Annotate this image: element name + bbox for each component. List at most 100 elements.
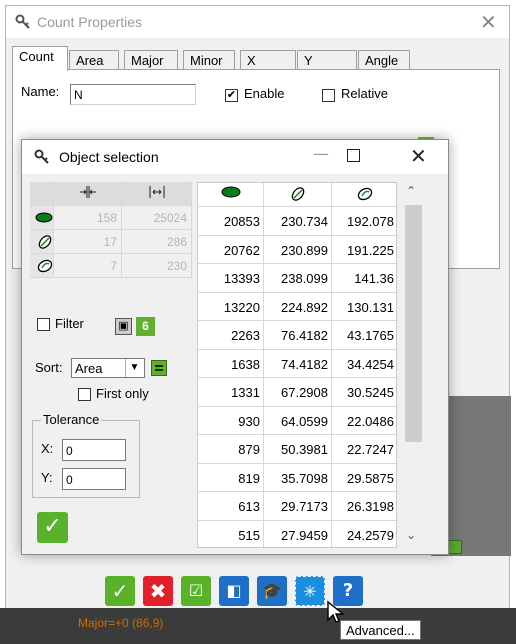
mini-green-button[interactable] [448,540,462,554]
object-data-table[interactable]: 20853 230.734 192.078 20762 230.899 191.225 13… [197,182,397,548]
maximize-icon[interactable] [347,149,360,162]
table-cell: 130.131 [332,293,396,321]
tab-minor[interactable]: Minor [183,50,235,70]
table-cell: 27.9459 [264,520,332,547]
tab-area[interactable]: Area [69,50,119,70]
tab-y[interactable]: Y [297,50,357,70]
key-icon [15,14,30,29]
close-x-icon[interactable]: ✖ [143,576,173,606]
summary-row[interactable]: 17 286 [30,230,192,254]
tooltip-advanced: Advanced... [340,620,421,640]
table-row[interactable]: 1331 67.2908 30.5245 [198,378,396,407]
table-row[interactable]: 1638 74.4182 34.4254 [198,349,396,378]
summary-value: 230 [122,254,192,278]
close-icon[interactable]: ✕ [480,10,497,34]
tolerance-y-input[interactable]: 0 [62,468,126,490]
rotated-ellipse-icon[interactable] [332,183,396,207]
table-cell: 43.1765 [332,321,396,350]
object-selection-dialog: Object selection — ✕ 158 25024 17 286 7 … [21,139,449,555]
table-row[interactable]: 20853 230.734 192.078 [198,207,396,236]
table-cell: 230.899 [264,235,332,264]
rotated-ellipse-icon [30,254,54,278]
filled-ellipse-icon [30,206,54,230]
tab-angle[interactable]: Angle [358,50,410,70]
filter-six-icon[interactable]: 6 [136,317,155,336]
close-icon[interactable]: ✕ [410,144,427,168]
table-cell: 26.3198 [332,492,396,521]
table-cell: 24.2579 [332,521,396,548]
key-icon [34,149,49,164]
count-properties-titlebar: Count Properties ✕ [6,6,509,38]
relative-checkbox[interactable] [322,89,335,102]
table-cell: 192.078 [332,207,396,236]
table-row[interactable]: 13393 238.099 141.36 [198,264,396,293]
table-cell: 819 [198,463,264,492]
table-row[interactable]: 930 64.0599 22.0486 [198,406,396,435]
summary-row[interactable]: 158 25024 [30,206,192,230]
filter-checkbox[interactable] [37,318,50,331]
tolerance-y-label: Y: [41,470,53,485]
table-row[interactable]: 20762 230.899 191.225 [198,235,396,264]
name-input[interactable]: N [70,84,196,105]
table-cell: 230.734 [264,207,332,236]
chevron-down-icon[interactable]: ⌄ [406,528,416,542]
filter-label: Filter [55,316,84,331]
table-row[interactable]: 879 50.3981 22.7247 [198,435,396,464]
table-cell: 64.0599 [264,406,332,435]
filter-options-icon[interactable]: ▣ [115,318,132,335]
graduation-icon[interactable]: 🎓 [257,576,287,606]
table-cell: 224.892 [264,292,332,321]
table-cell: 22.7247 [332,435,396,464]
sort-order-icon[interactable] [151,360,167,376]
table-cell: 515 [198,520,264,547]
table-cell: 1638 [198,349,264,378]
span-in-icon[interactable] [54,182,122,206]
table-cell: 76.4182 [264,321,332,350]
minimize-icon[interactable]: — [313,144,329,163]
tolerance-label: Tolerance [41,412,102,427]
table-cell: 141.36 [332,264,396,293]
filled-ellipse-icon[interactable] [198,183,264,207]
scrollbar-thumb[interactable] [405,205,422,442]
table-row[interactable]: 613 29.7173 26.3198 [198,492,396,521]
chevron-down-icon[interactable]: ▼ [125,359,143,377]
table-cell: 20853 [198,207,264,236]
table-cell: 13220 [198,292,264,321]
summary-value: 25024 [122,206,192,230]
checkbox-icon[interactable]: ☑ [181,576,211,606]
table-scrollbar[interactable]: ⌃ ⌄ [400,182,424,548]
table-cell: 50.3981 [264,435,332,464]
table-cell: 238.099 [264,264,332,293]
table-cell: 74.4182 [264,349,332,378]
sparkle-icon[interactable]: ✳ [295,576,325,606]
summary-value: 7 [54,254,122,278]
enable-label: Enable [244,86,285,101]
summary-row[interactable]: 7 230 [30,254,192,278]
tolerance-x-input[interactable]: 0 [62,439,126,461]
contrast-icon[interactable]: ◧ [219,576,249,606]
table-cell: 1331 [198,378,264,407]
table-row[interactable]: 515 27.9459 24.2579 [198,520,396,548]
summary-value: 286 [122,230,192,254]
chevron-up-icon[interactable]: ⌃ [406,184,416,198]
check-icon[interactable]: ✓ [105,576,135,606]
table-cell: 67.2908 [264,378,332,407]
table-cell: 879 [198,435,264,464]
sort-label: Sort: [35,360,63,375]
table-row[interactable]: 2263 76.4182 43.1765 [198,321,396,350]
outlined-ellipse-icon[interactable] [264,183,332,207]
tab-count[interactable]: Count [12,46,68,71]
table-cell: 22.0486 [332,407,396,435]
span-out-icon[interactable] [122,182,192,206]
tab-major[interactable]: Major [124,50,178,70]
table-row[interactable]: 13220 224.892 130.131 [198,292,396,321]
tab-x[interactable]: X [240,50,296,70]
tolerance-x-label: X: [41,441,54,456]
enable-checkbox[interactable]: ✔ [225,89,238,102]
table-row[interactable]: 819 35.7098 29.5875 [198,463,396,492]
name-label: Name: [21,84,60,99]
ok-check-button[interactable]: ✓ [37,512,68,543]
table-cell: 20762 [198,235,264,264]
table-cell: 191.225 [332,236,396,264]
first-only-checkbox[interactable] [78,388,91,401]
